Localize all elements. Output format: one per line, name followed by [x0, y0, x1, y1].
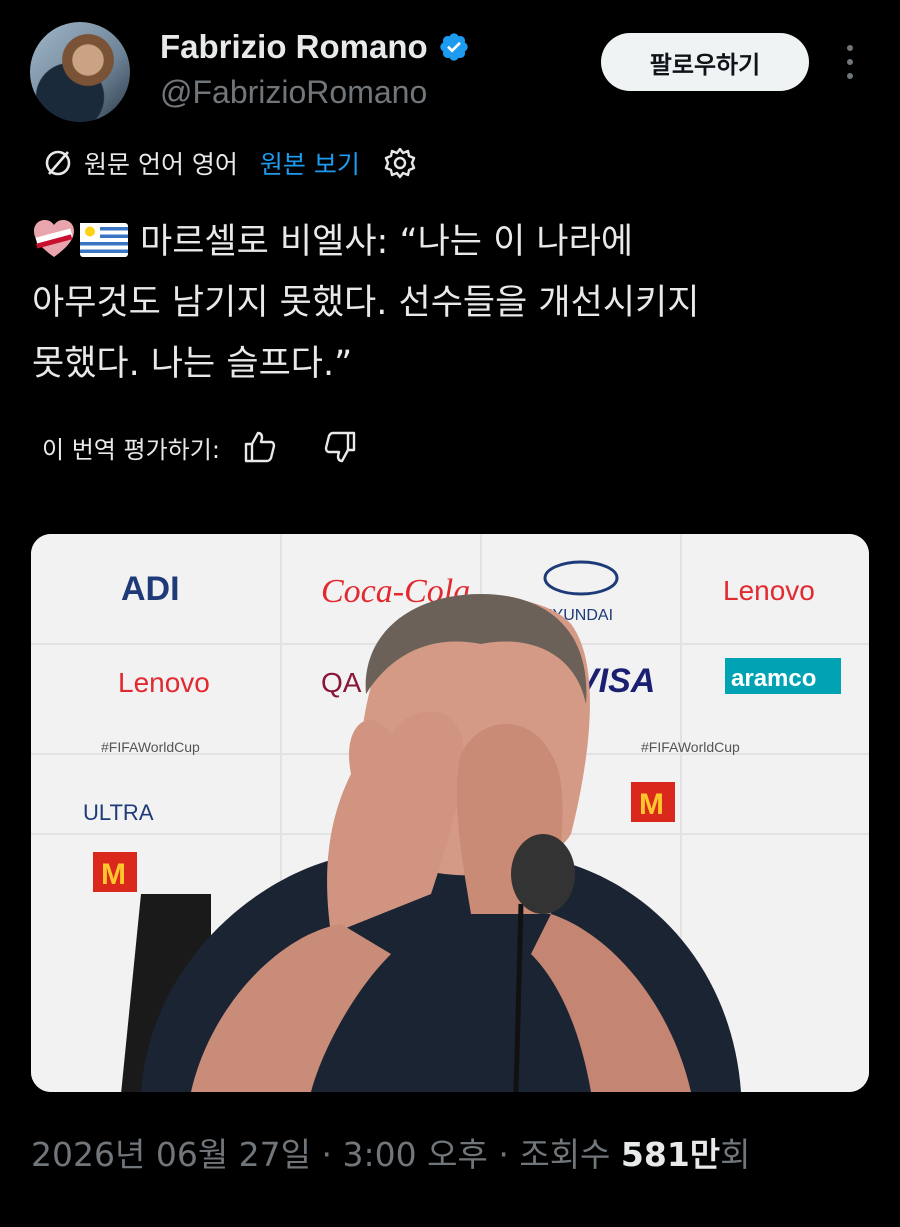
sponsor-logo: Lenovo	[723, 575, 815, 606]
tweet-line-2: 아무것도 남기지 못했다. 선수들을 개선시키지	[32, 283, 700, 323]
views-suffix: 회	[720, 1135, 751, 1174]
follow-button[interactable]: 팔로우하기	[601, 33, 809, 91]
translate-icon	[45, 150, 71, 176]
tweet-meta: 2026년 06월 27일 · 3:00 오후 · 조회수 581만회	[31, 1128, 751, 1176]
tweet-line-1-text: 마르셀로 비엘사: “나는 이 나라에	[140, 222, 634, 262]
rate-translation-label: 이 번역 평가하기:	[42, 435, 220, 464]
views-count: 581만	[620, 1135, 721, 1174]
tweet-time[interactable]: 3:00 오후	[343, 1135, 488, 1174]
sponsor-logo: M	[639, 788, 664, 821]
tweet-line-1: 마르셀로 비엘사: “나는 이 나라에	[32, 212, 852, 273]
tweet-date[interactable]: 2026년 06월 27일	[31, 1135, 311, 1174]
rate-translation-row: 이 번역 평가하기:	[42, 425, 402, 469]
sponsor-logo: #FIFAWorldCup	[641, 739, 740, 755]
gear-icon[interactable]	[382, 145, 418, 181]
sponsor-logo: ULTRA	[83, 800, 154, 825]
heart-emoji-icon	[34, 220, 74, 257]
author-name-row: Fabrizio Romano	[160, 28, 470, 66]
separator-dot: ·	[311, 1135, 343, 1174]
tweet-text: 마르셀로 비엘사: “나는 이 나라에 아무것도 남기지 못했다. 선수들을 개…	[32, 212, 852, 395]
sponsor-logo: aramco	[731, 665, 816, 692]
translation-bar: 원문 언어 영어 원본 보기	[42, 143, 418, 183]
author-avatar[interactable]	[30, 22, 130, 122]
press-conference-image: ADI Coca-Cola HYUNDAI Lenovo Lenovo QA V…	[31, 534, 869, 1092]
author-name[interactable]: Fabrizio Romano	[160, 28, 428, 66]
separator-dot: ·	[487, 1135, 520, 1174]
sponsor-logo: #FIFAWorldCup	[101, 739, 200, 755]
sponsor-logo: ADI	[121, 570, 180, 608]
tweet-photo[interactable]: ADI Coca-Cola HYUNDAI Lenovo Lenovo QA V…	[31, 534, 869, 1092]
thumbs-down-icon[interactable]	[322, 429, 358, 465]
thumbs-up-icon[interactable]	[242, 429, 278, 465]
more-options-icon[interactable]	[838, 45, 862, 79]
verified-badge-icon	[440, 33, 468, 61]
views-label: 조회수	[519, 1135, 621, 1174]
author-handle[interactable]: @FabrizioRomano	[160, 74, 427, 111]
tweet-line-3: 못했다. 나는 슬프다.”	[32, 344, 353, 384]
sponsor-logo: M	[101, 858, 126, 891]
source-language-label: 원문 언어 영어	[84, 150, 238, 179]
sponsor-logo: Lenovo	[118, 667, 210, 698]
show-original-link[interactable]: 원본 보기	[260, 145, 360, 181]
uruguay-flag-icon	[80, 223, 128, 257]
sponsor-logo: QA	[321, 667, 362, 698]
